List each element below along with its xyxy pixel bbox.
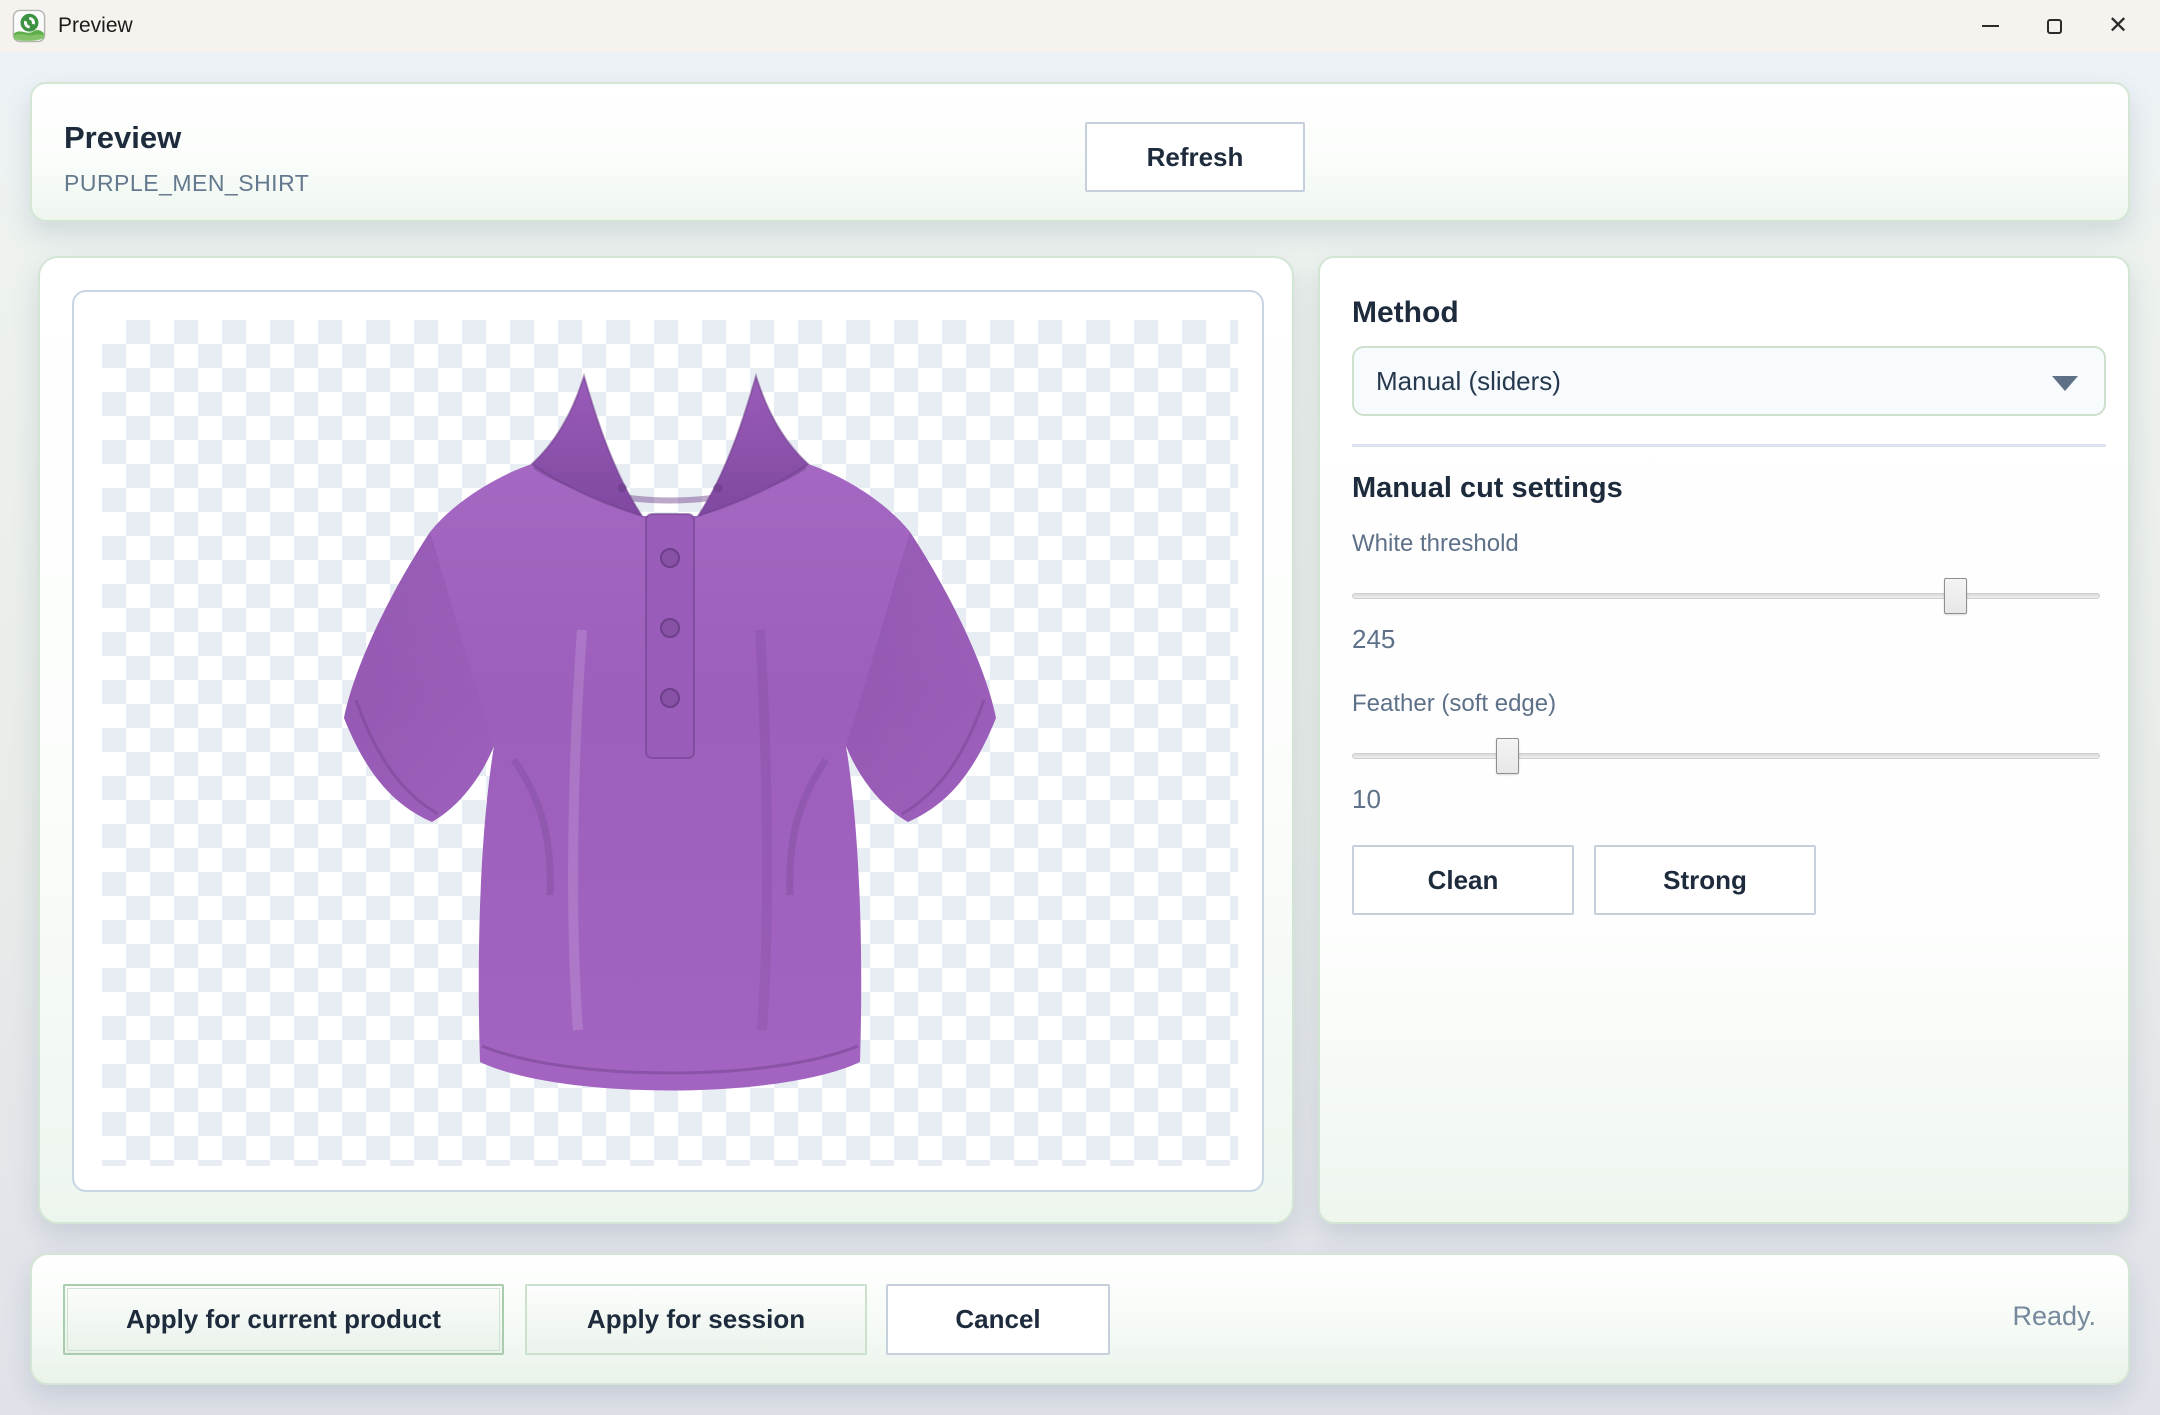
app-logo-icon [12, 9, 46, 43]
feather-label: Feather (soft edge) [1352, 690, 1556, 718]
window-controls: ✕ [1958, 0, 2150, 52]
feather-value: 10 [1352, 784, 1381, 815]
footer-bar: Apply for current product Apply for sess… [30, 1253, 2130, 1385]
white-threshold-slider[interactable] [1352, 576, 2100, 616]
slider-handle[interactable] [1496, 738, 1519, 774]
refresh-button[interactable]: Refresh [1085, 122, 1305, 192]
manual-cut-heading: Manual cut settings [1352, 472, 1623, 505]
close-button[interactable]: ✕ [2086, 0, 2150, 52]
method-selected-value: Manual (sliders) [1376, 366, 1561, 397]
minimize-icon [1982, 25, 1999, 27]
white-threshold-label: White threshold [1352, 530, 1519, 558]
window-title: Preview [58, 14, 133, 38]
preview-card [38, 256, 1294, 1224]
feather-slider[interactable] [1352, 736, 2100, 776]
minimize-button[interactable] [1958, 0, 2022, 52]
section-divider [1352, 444, 2106, 447]
product-name: PURPLE_MEN_SHIRT [64, 170, 309, 197]
image-frame [72, 290, 1264, 1192]
status-text: Ready. [2012, 1301, 2096, 1332]
close-icon: ✕ [2108, 14, 2128, 38]
maximize-icon [2047, 19, 2062, 34]
app-window: Preview ✕ Preview PURPLE_MEN_SHIRT Refre… [0, 0, 2160, 1415]
page-title: Preview [64, 120, 181, 156]
maximize-button[interactable] [2022, 0, 2086, 52]
chevron-down-icon [2052, 376, 2078, 391]
title-bar: Preview ✕ [0, 0, 2160, 52]
apply-session-button[interactable]: Apply for session [525, 1284, 867, 1355]
slider-track[interactable] [1352, 753, 2100, 759]
slider-track[interactable] [1352, 593, 2100, 599]
header-card: Preview PURPLE_MEN_SHIRT Refresh [30, 82, 2130, 222]
shirt-image [330, 370, 1010, 1124]
cancel-button[interactable]: Cancel [886, 1284, 1110, 1355]
strong-preset-button[interactable]: Strong [1594, 845, 1816, 915]
settings-panel: Method Manual (sliders) Manual cut setti… [1318, 256, 2130, 1224]
apply-current-product-button[interactable]: Apply for current product [63, 1284, 504, 1355]
clean-preset-button[interactable]: Clean [1352, 845, 1574, 915]
method-select[interactable]: Manual (sliders) [1352, 346, 2106, 416]
transparency-checkerboard [102, 320, 1238, 1166]
method-heading: Method [1352, 296, 1459, 330]
slider-handle[interactable] [1944, 578, 1967, 614]
white-threshold-value: 245 [1352, 624, 1395, 655]
